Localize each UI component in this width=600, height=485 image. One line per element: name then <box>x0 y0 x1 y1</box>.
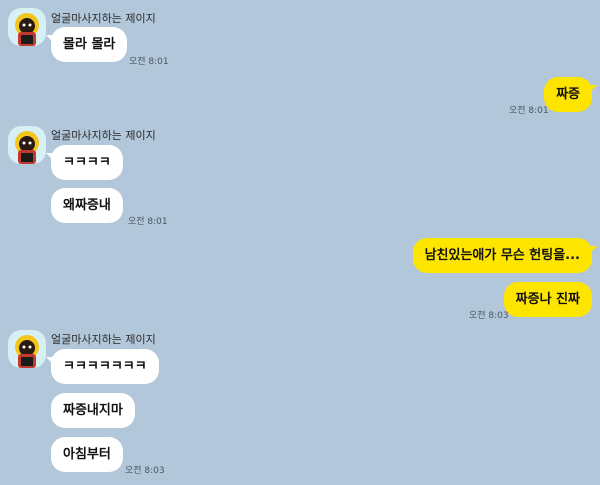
my-message-bubble[interactable]: 짜증 <box>544 77 597 112</box>
message-time: 오전 8:01 <box>509 106 549 116</box>
message-bubble[interactable]: 아침부터 <box>51 437 123 472</box>
message-bubble[interactable]: 왜짜증내 <box>51 188 123 223</box>
my-message-bubble[interactable]: 남친있는애가 무슨 헌팅을... <box>412 238 598 273</box>
message-time: 오전 8:03 <box>125 466 165 476</box>
message-time: 오전 8:03 <box>469 311 509 321</box>
message-time: 오전 8:01 <box>129 57 169 67</box>
message-bubble[interactable]: ㅋㅋㅋㅋㅋㅋㅋ <box>46 349 159 384</box>
sender-avatar[interactable] <box>8 126 46 164</box>
sender-name: 얼굴마사지하는 제이지 <box>51 333 156 346</box>
ryan-character-icon <box>15 335 39 368</box>
sender-name: 얼굴마사지하는 제이지 <box>51 12 156 25</box>
message-bubble[interactable]: 짜증내지마 <box>51 393 135 428</box>
sender-avatar[interactable] <box>8 330 46 368</box>
sender-avatar[interactable] <box>8 8 46 46</box>
message-bubble[interactable]: ㅋㅋㅋㅋ <box>46 145 123 180</box>
my-message-bubble[interactable]: 짜증나 진짜 <box>503 282 592 317</box>
sender-name: 얼굴마사지하는 제이지 <box>51 129 156 142</box>
ryan-character-icon <box>15 13 39 46</box>
message-time: 오전 8:01 <box>128 217 168 227</box>
message-bubble[interactable]: 몰라 몰라 <box>45 27 128 62</box>
ryan-character-icon <box>15 131 39 164</box>
